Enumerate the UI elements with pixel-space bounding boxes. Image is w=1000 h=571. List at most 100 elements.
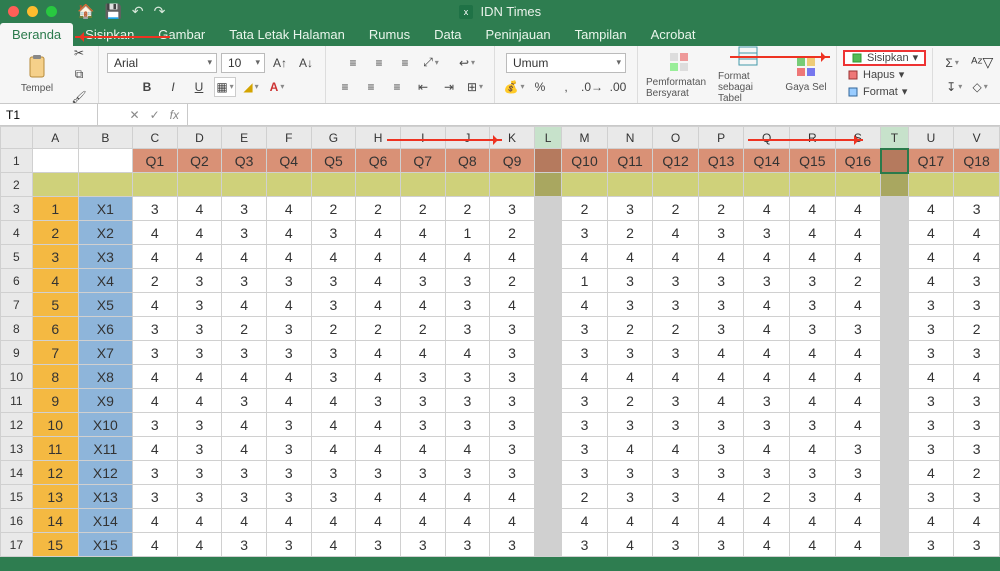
cell[interactable]: 6 [32,317,78,341]
cell[interactable]: 4 [607,533,652,557]
row-header-2[interactable]: 2 [1,173,33,197]
cell[interactable] [881,221,908,245]
cell[interactable]: 4 [790,389,836,413]
row-header-15[interactable]: 15 [1,485,33,509]
cell[interactable]: 2 [954,317,1000,341]
cell[interactable]: 3 [490,197,535,221]
cell[interactable]: 4 [698,389,744,413]
cell[interactable]: 4 [222,293,267,317]
wrap-text-icon[interactable]: ↩ [456,53,478,73]
cell[interactable]: 4 [177,389,222,413]
cell[interactable]: 3 [954,269,1000,293]
cell[interactable]: Q8 [445,149,490,173]
cell[interactable]: 4 [132,509,177,533]
cell[interactable] [132,173,177,197]
cell[interactable]: 3 [177,413,222,437]
tab-acrobat[interactable]: Acrobat [639,23,708,46]
cell[interactable]: 3 [222,197,267,221]
cell[interactable]: 3 [445,293,490,317]
cell[interactable]: 3 [311,485,356,509]
cell[interactable] [908,173,954,197]
cell[interactable]: 10 [32,413,78,437]
clear-icon[interactable]: ◇ [969,77,991,97]
cell[interactable]: 4 [177,533,222,557]
tab-data[interactable]: Data [422,23,473,46]
autosum-icon[interactable]: Σ [941,53,963,73]
cell[interactable]: 3 [698,269,744,293]
cell[interactable]: 3 [790,461,836,485]
maximize-window-dot[interactable] [46,6,57,17]
cell[interactable]: 3 [908,317,954,341]
cell[interactable]: 3 [266,269,311,293]
cell[interactable]: 3 [177,485,222,509]
conditional-formatting-button[interactable]: Pemformatan Bersyarat [646,51,712,99]
cell[interactable]: 4 [607,509,652,533]
cell[interactable]: 4 [744,245,790,269]
cell[interactable]: 4 [222,413,267,437]
cell[interactable]: X15 [78,533,132,557]
cell[interactable]: 4 [562,365,608,389]
align-bottom-icon[interactable]: ≡ [394,53,416,73]
cell[interactable]: 4 [653,365,699,389]
cell[interactable]: 3 [954,413,1000,437]
column-header-J[interactable]: J [445,127,490,149]
column-header-B[interactable]: B [78,127,132,149]
cell[interactable]: 4 [32,269,78,293]
cell[interactable]: 3 [177,317,222,341]
cell[interactable]: Q6 [356,149,401,173]
cell[interactable] [534,341,561,365]
cell[interactable]: 3 [266,461,311,485]
column-header-C[interactable]: C [132,127,177,149]
cell[interactable]: 2 [653,317,699,341]
cell[interactable]: 4 [177,197,222,221]
cell[interactable]: 4 [562,509,608,533]
align-left-icon[interactable]: ≡ [334,77,356,97]
cell[interactable]: 3 [954,389,1000,413]
cell[interactable] [881,413,908,437]
cell[interactable]: 3 [400,389,445,413]
cell[interactable]: 4 [835,509,881,533]
column-header-T[interactable]: T [881,127,908,149]
cell[interactable]: 4 [222,245,267,269]
cell[interactable]: 4 [266,365,311,389]
cell[interactable]: 3 [607,341,652,365]
cell[interactable]: 4 [835,365,881,389]
cell[interactable]: 3 [908,437,954,461]
cell[interactable] [698,173,744,197]
name-box[interactable] [0,104,98,125]
cell[interactable]: 3 [177,341,222,365]
cell[interactable]: 4 [400,221,445,245]
accept-formula-icon[interactable]: ✓ [150,108,160,122]
cell[interactable]: 4 [490,485,535,509]
cell[interactable] [177,173,222,197]
cell[interactable]: 3 [311,365,356,389]
cell[interactable] [881,173,908,197]
cell[interactable]: Q16 [835,149,881,173]
save-icon[interactable]: 💾 [104,3,121,20]
cell[interactable]: 3 [445,389,490,413]
bold-icon[interactable]: B [136,77,158,97]
cell[interactable]: 3 [400,461,445,485]
cell[interactable]: Q9 [490,149,535,173]
tab-tata-letak[interactable]: Tata Letak Halaman [217,23,357,46]
tab-tampilan[interactable]: Tampilan [563,23,639,46]
cell[interactable]: 4 [445,437,490,461]
cell[interactable]: 4 [400,245,445,269]
cell[interactable]: 14 [32,509,78,533]
cell[interactable] [32,149,78,173]
column-header-G[interactable]: G [311,127,356,149]
cell[interactable]: 4 [790,341,836,365]
cell[interactable]: X6 [78,317,132,341]
cell[interactable]: 3 [177,293,222,317]
cell[interactable]: 4 [790,245,836,269]
cell[interactable]: 3 [222,341,267,365]
cell[interactable]: 3 [653,341,699,365]
cell[interactable] [881,485,908,509]
cell[interactable]: 2 [32,221,78,245]
cell[interactable]: X9 [78,389,132,413]
cell[interactable]: 3 [266,437,311,461]
cell[interactable]: 3 [222,533,267,557]
cell[interactable] [534,197,561,221]
cell[interactable]: 4 [356,341,401,365]
cell[interactable]: 3 [356,389,401,413]
